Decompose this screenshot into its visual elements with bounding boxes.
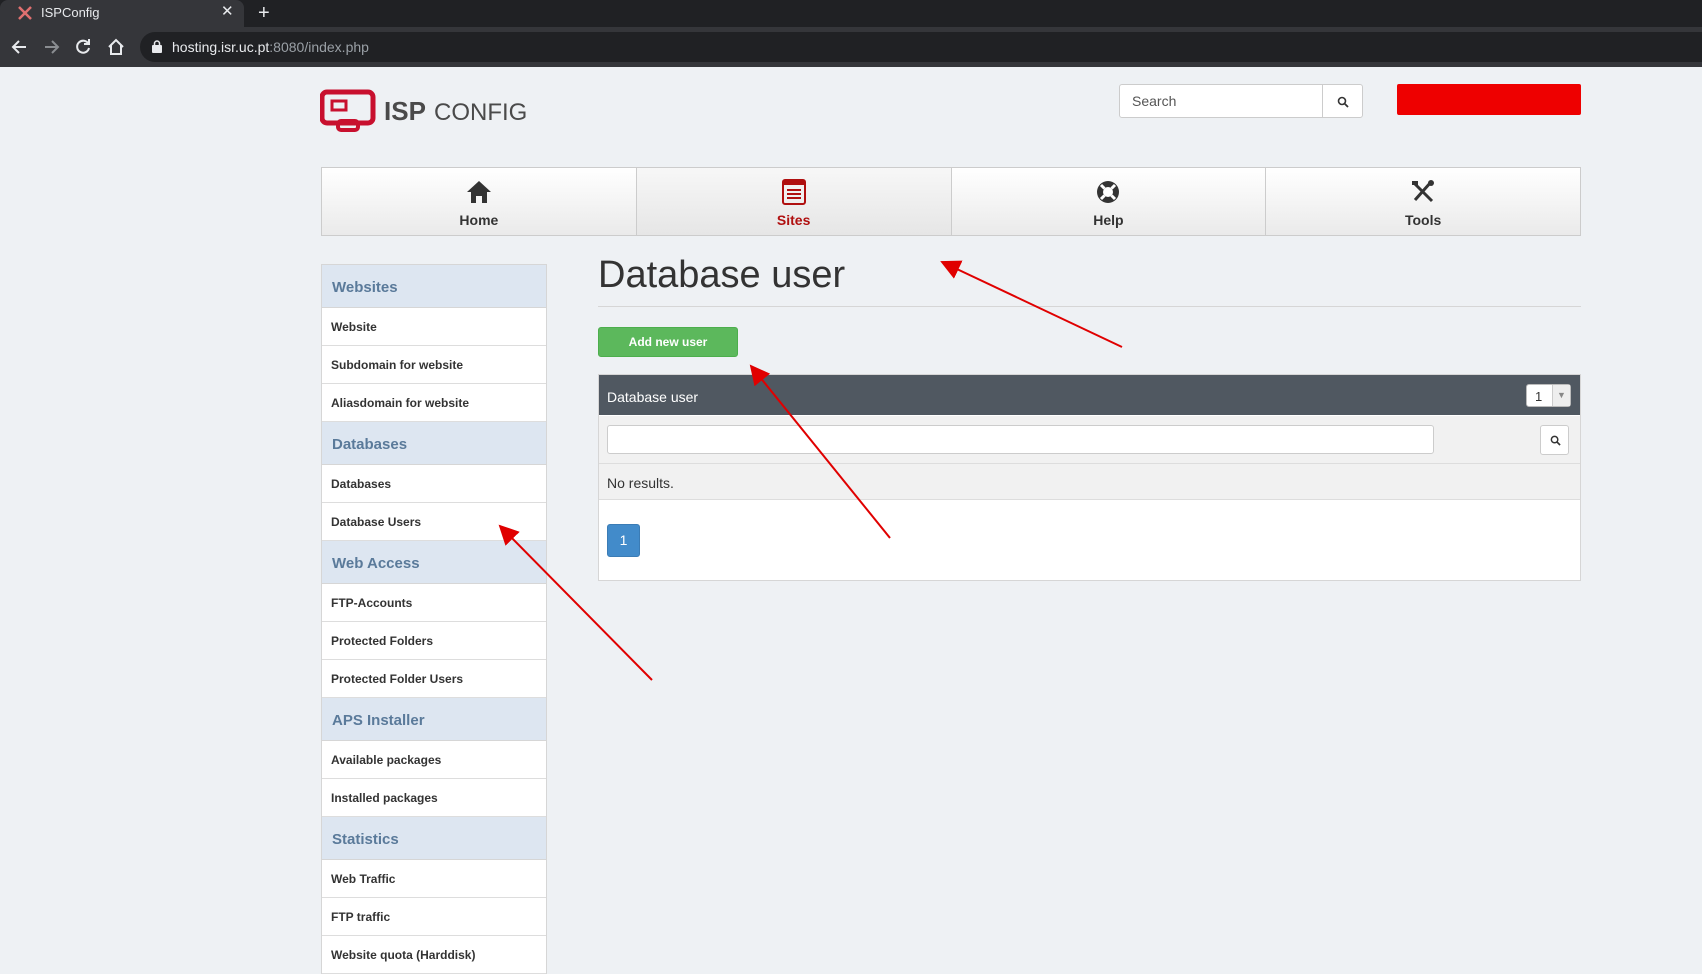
sidebar-item-subdomain[interactable]: Subdomain for website	[322, 346, 546, 384]
sidebar-section-statistics: Statistics	[322, 817, 546, 860]
panel-title: Database user	[607, 389, 699, 405]
ispconfig-logo[interactable]: ISP CONFIG	[320, 89, 530, 133]
page-title: Database user	[598, 254, 846, 296]
tab-close-icon[interactable]: ✕	[221, 4, 234, 20]
sidebar-section-databases: Databases	[322, 422, 546, 465]
filter-search-button[interactable]	[1540, 425, 1569, 455]
home-icon	[466, 181, 491, 203]
no-results-row: No results.	[599, 464, 1580, 500]
search-icon	[1337, 96, 1349, 108]
search-input[interactable]	[1119, 84, 1323, 118]
home-browser-icon[interactable]	[106, 37, 126, 57]
forward-icon[interactable]	[41, 37, 61, 57]
sites-icon	[781, 179, 806, 205]
sidebar-item-ftp-traffic[interactable]: FTP traffic	[322, 898, 546, 936]
title-divider	[598, 306, 1581, 307]
ispconfig-favicon-icon	[18, 6, 32, 20]
tools-icon	[1412, 180, 1435, 203]
sidebar-item-installed-packages[interactable]: Installed packages	[322, 779, 546, 817]
page-size-value: 1	[1535, 389, 1543, 404]
database-user-panel: Database user 1 ▼ No results. 1	[598, 374, 1581, 581]
sidebar-item-website-quota[interactable]: Website quota (Harddisk)	[322, 936, 546, 974]
url-host: hosting.isr.uc.pt	[172, 39, 270, 55]
panel-header: Database user 1 ▼	[599, 375, 1580, 415]
sidebar-item-ftp-accounts[interactable]: FTP-Accounts	[322, 584, 546, 622]
sidebar-section-web-access: Web Access	[322, 541, 546, 584]
chevron-down-icon: ▼	[1552, 385, 1570, 406]
url-port-path: :8080/index.php	[269, 39, 369, 55]
reload-icon[interactable]	[73, 37, 93, 57]
page-size-select[interactable]: 1 ▼	[1526, 384, 1571, 407]
lifebuoy-icon	[1097, 181, 1120, 203]
url-text: hosting.isr.uc.pt:8080/index.php	[172, 39, 369, 55]
page: ISP CONFIG Home Sites	[0, 67, 1702, 974]
nav-help[interactable]: Help	[952, 168, 1267, 235]
sidebar-item-aliasdomain[interactable]: Aliasdomain for website	[322, 384, 546, 422]
pagination-page-1[interactable]: 1	[607, 524, 640, 557]
nav-sites-label: Sites	[776, 212, 811, 228]
nav-tools-label: Tools	[1404, 212, 1442, 228]
sidebar-item-databases[interactable]: Databases	[322, 465, 546, 503]
search-button[interactable]	[1322, 84, 1363, 118]
sidebar-item-database-users[interactable]: Database Users	[322, 503, 546, 541]
nav-help-label: Help	[1093, 212, 1124, 228]
sidebar-item-available-packages[interactable]: Available packages	[322, 741, 546, 779]
new-tab-icon[interactable]: +	[258, 2, 270, 24]
sidebar-item-protected-folder-users[interactable]: Protected Folder Users	[322, 660, 546, 698]
sidebar: Websites Website Subdomain for website A…	[321, 264, 547, 974]
search-icon	[1550, 435, 1561, 446]
browser-tab[interactable]: ISPConfig ✕	[0, 0, 244, 27]
nav-home-label: Home	[459, 212, 499, 228]
nav-home[interactable]: Home	[322, 168, 637, 235]
sidebar-item-protected-folders[interactable]: Protected Folders	[322, 622, 546, 660]
svg-text:CONFIG: CONFIG	[434, 99, 527, 126]
filter-row	[599, 416, 1580, 464]
main-navigation: Home Sites Help Tools	[321, 167, 1581, 236]
browser-toolbar: hosting.isr.uc.pt:8080/index.php	[0, 27, 1702, 67]
nav-sites[interactable]: Sites	[636, 168, 952, 235]
sidebar-item-website[interactable]: Website	[322, 308, 546, 346]
sidebar-section-websites: Websites	[322, 265, 546, 308]
lock-icon	[152, 40, 162, 53]
add-new-user-button[interactable]: Add new user	[598, 327, 738, 357]
back-icon[interactable]	[10, 37, 30, 57]
tab-title: ISPConfig	[41, 5, 100, 20]
sidebar-section-aps-installer: APS Installer	[322, 698, 546, 741]
filter-input[interactable]	[607, 425, 1434, 454]
browser-tabstrip: ISPConfig ✕ +	[0, 0, 1702, 27]
svg-text:ISP: ISP	[384, 96, 426, 126]
sidebar-item-web-traffic[interactable]: Web Traffic	[322, 860, 546, 898]
address-bar[interactable]: hosting.isr.uc.pt:8080/index.php	[140, 32, 1702, 62]
nav-tools[interactable]: Tools	[1266, 168, 1580, 235]
redacted-user-bar	[1397, 84, 1581, 115]
